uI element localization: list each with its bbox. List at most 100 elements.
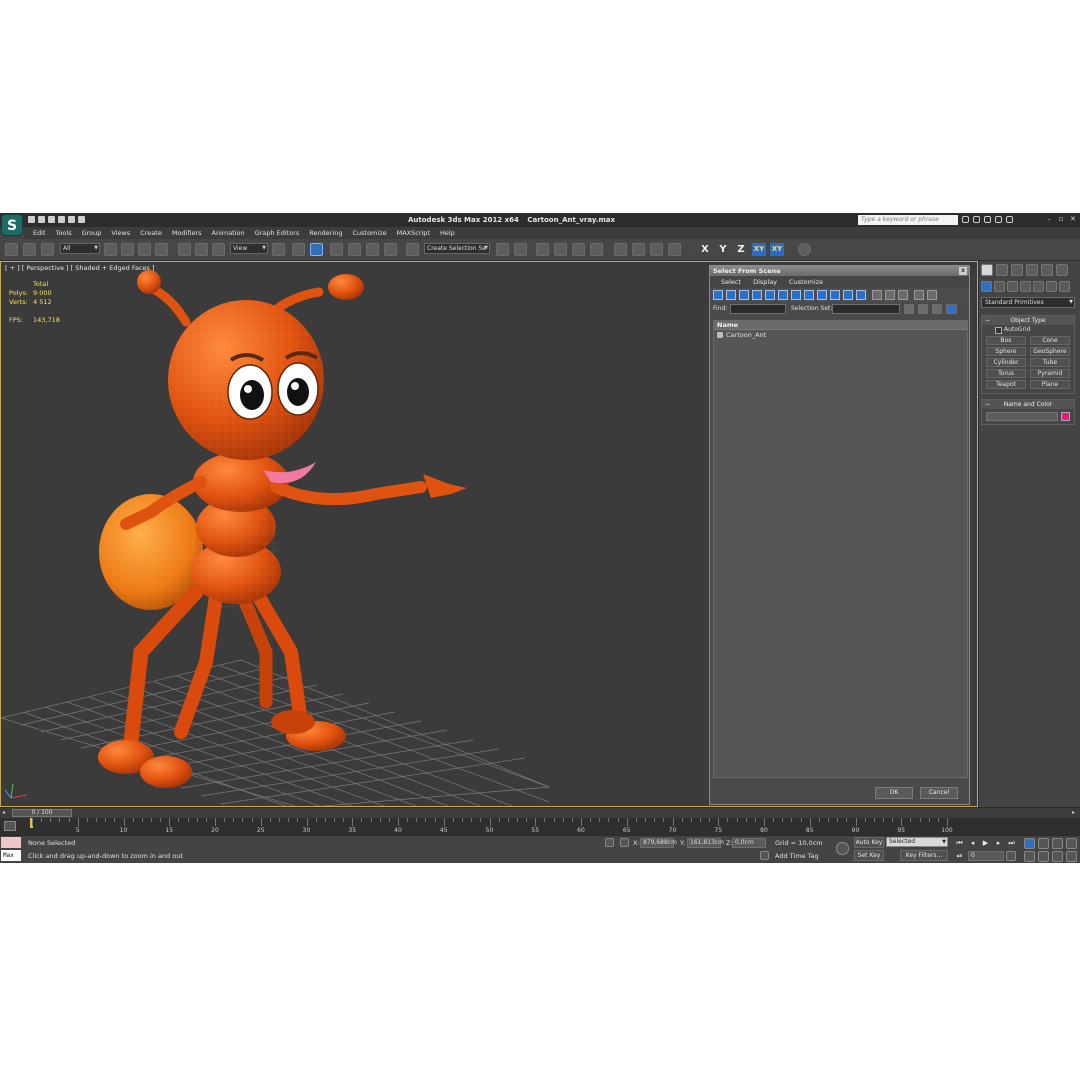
subscription-icon[interactable] [973, 216, 980, 223]
filter-bones-icon[interactable] [817, 290, 827, 300]
dialog-menu-customize[interactable]: Customize [784, 276, 828, 288]
communication-icon[interactable] [984, 216, 991, 223]
rendered-frame-window-icon[interactable] [650, 243, 663, 256]
geometry-category-icon[interactable] [981, 281, 992, 292]
manipulate-icon[interactable] [292, 243, 305, 256]
axis-z-button[interactable]: Z [734, 243, 748, 256]
torus-button[interactable]: Torus [986, 369, 1026, 378]
render-production-icon[interactable] [668, 243, 681, 256]
reference-coordinate-dropdown[interactable]: View [230, 243, 268, 254]
menu-tools[interactable]: Tools [51, 227, 77, 239]
percent-snap-icon[interactable] [366, 243, 379, 256]
viewport-label[interactable]: [ + ] [ Perspective ] [ Shaded + Edged F… [5, 264, 155, 272]
zoom-extents-icon[interactable] [1052, 838, 1063, 849]
graphite-ribbon-icon[interactable] [554, 243, 567, 256]
menu-group[interactable]: Group [77, 227, 107, 239]
tube-button[interactable]: Tube [1030, 358, 1070, 367]
axis-xy-button[interactable]: XY [752, 243, 766, 256]
current-frame-field[interactable]: 0 [968, 851, 1004, 861]
orbit-icon[interactable] [1052, 851, 1063, 862]
link-icon[interactable] [5, 243, 18, 256]
named-selection-dropdown[interactable]: Create Selection Se [424, 243, 490, 254]
geosphere-button[interactable]: GeoSphere [1030, 347, 1070, 356]
select-scale-icon[interactable] [212, 243, 225, 256]
systems-category-icon[interactable] [1059, 281, 1070, 292]
list-item[interactable]: Cartoon_Ant [714, 330, 967, 340]
zoom-extents-all-icon[interactable] [1066, 838, 1077, 849]
selection-set-remove-icon[interactable] [918, 304, 928, 314]
object-type-rollout-header[interactable]: Object Type [982, 316, 1074, 325]
cone-button[interactable]: Cone [1030, 336, 1070, 345]
menu-graph-editors[interactable]: Graph Editors [250, 227, 305, 239]
spinner-snap-icon[interactable] [384, 243, 397, 256]
autogrid-checkbox[interactable]: AutoGrid [982, 325, 1074, 334]
maximize-icon[interactable]: ▫ [1056, 214, 1066, 224]
dialog-close-button[interactable]: x [959, 267, 967, 275]
menu-maxscript[interactable]: MAXScript [392, 227, 435, 239]
unlink-icon[interactable] [23, 243, 36, 256]
primitive-type-dropdown[interactable]: Standard Primitives [981, 297, 1075, 308]
mini-curve-editor-icon[interactable] [4, 821, 16, 831]
time-tag-icon[interactable] [760, 851, 769, 860]
selection-set-edit-icon[interactable] [932, 304, 942, 314]
pivot-center-icon[interactable] [272, 243, 285, 256]
maxscript-listener-mini[interactable] [1, 837, 21, 848]
select-none-icon[interactable] [885, 290, 895, 300]
select-all-icon[interactable] [872, 290, 882, 300]
scene-object-list[interactable]: Name Cartoon_Ant [713, 320, 968, 778]
bind-space-warp-icon[interactable] [41, 243, 54, 256]
project-folder-icon[interactable] [78, 216, 85, 223]
axis-xy-cycle-button[interactable]: XY [770, 243, 784, 256]
filter-space-warps-icon[interactable] [778, 290, 788, 300]
cylinder-button[interactable]: Cylinder [986, 358, 1026, 367]
play-icon[interactable]: ▶ [980, 838, 991, 848]
filter-shapes-icon[interactable] [726, 290, 736, 300]
key-mode-dropdown[interactable]: Selected [886, 837, 948, 847]
pyramid-button[interactable]: Pyramid [1030, 369, 1070, 378]
object-color-swatch[interactable] [1061, 412, 1070, 421]
time-configuration-icon[interactable] [1006, 851, 1016, 861]
time-slider-thumb[interactable]: 0 / 100 [12, 809, 72, 817]
hierarchy-tab-icon[interactable] [1011, 264, 1023, 276]
select-rotate-icon[interactable] [195, 243, 208, 256]
selection-filter-dropdown[interactable]: All [60, 243, 100, 254]
select-move-icon[interactable] [178, 243, 191, 256]
filter-geometry-icon[interactable] [713, 290, 723, 300]
field-of-view-icon[interactable] [1024, 851, 1035, 862]
save-file-icon[interactable] [48, 216, 55, 223]
dialog-menu-display[interactable]: Display [748, 276, 782, 288]
open-file-icon[interactable] [38, 216, 45, 223]
previous-key-icon[interactable]: ◂ [967, 838, 978, 848]
curve-editor-icon[interactable] [572, 243, 585, 256]
select-by-name-icon[interactable] [121, 243, 134, 256]
search-icon[interactable] [962, 216, 969, 223]
y-coordinate-field[interactable]: 161,813cm [687, 838, 724, 848]
go-to-end-icon[interactable]: ⏭ [1006, 838, 1017, 848]
rectangular-selection-icon[interactable] [138, 243, 151, 256]
sphere-button[interactable]: Sphere [986, 347, 1026, 356]
dialog-title-bar[interactable]: Select From Scene x [710, 266, 969, 276]
select-object-icon[interactable] [104, 243, 117, 256]
snaps-toggle-icon[interactable] [330, 243, 343, 256]
filter-frozen-icon[interactable] [843, 290, 853, 300]
name-column-header[interactable]: Name [714, 321, 967, 330]
set-key-icon[interactable] [836, 842, 849, 855]
vray-icon[interactable] [798, 243, 811, 256]
plane-button[interactable]: Plane [1030, 380, 1070, 389]
filter-groups-icon[interactable] [791, 290, 801, 300]
x-coordinate-field[interactable]: 879,688cm [640, 838, 677, 848]
modify-tab-icon[interactable] [996, 264, 1008, 276]
add-time-tag-button[interactable]: Add Time Tag [775, 852, 819, 860]
menu-edit[interactable]: Edit [28, 227, 51, 239]
menu-views[interactable]: Views [106, 227, 135, 239]
menu-animation[interactable]: Animation [207, 227, 250, 239]
help-icon[interactable] [1006, 216, 1013, 223]
select-invert-icon[interactable] [898, 290, 908, 300]
next-key-icon[interactable]: ▸ [993, 838, 1004, 848]
maximize-viewport-icon[interactable] [1066, 851, 1077, 862]
filter-xrefs-icon[interactable] [804, 290, 814, 300]
absolute-mode-icon[interactable] [620, 838, 629, 847]
ok-button[interactable]: OK [875, 787, 913, 799]
create-tab-icon[interactable] [981, 264, 993, 276]
app-logo-button[interactable]: S [1, 214, 23, 236]
